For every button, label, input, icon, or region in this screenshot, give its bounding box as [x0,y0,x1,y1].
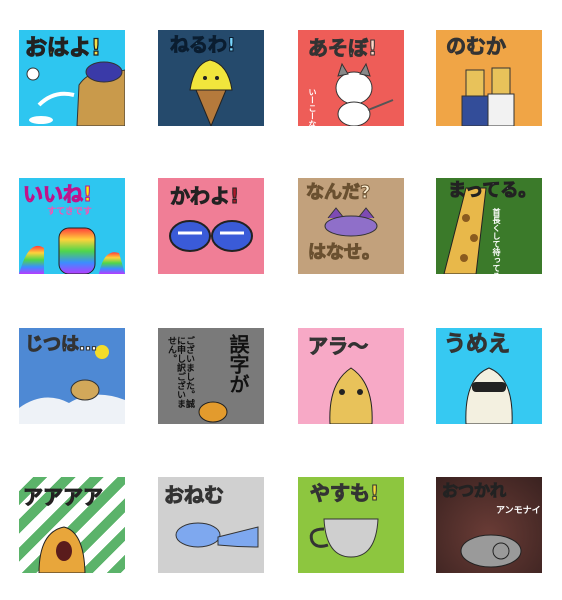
sticker-ara[interactable]: アラ〜 [298,328,404,424]
sticker-goji[interactable]: 誤字が ございました。誠に申し訳ございません。 [158,328,264,424]
sticker-caption: かわよ! [169,184,240,208]
sticker-caption-2: はなせ。 [308,242,381,263]
sticker-caption: おつかれ [441,481,507,500]
sticker-mattero[interactable]: まってる。 首長くして待ってるよ。 [436,178,542,274]
bowing-giraffe-illustration [198,401,228,423]
sticker-neruwa[interactable]: ねるわ! [158,30,264,126]
sticker-caption: おはよ! [24,36,102,61]
sticker-subtext: いーこーな [308,88,317,126]
sticker-caption: おねむ [164,483,225,507]
sticker-caption: いいね! [22,182,93,206]
sticker-asobo[interactable]: あそぼ! いーこーな [298,30,404,126]
sticker-caption: じつは… [25,334,98,355]
sticker-caption: のむか [446,34,507,58]
sticker-caption: あそぼ! [307,36,378,60]
sticker-subtext: アンモナイト [496,506,542,516]
sticker-ohayo[interactable]: おはよ! [19,30,125,126]
sticker-umee[interactable]: うめえ [436,328,542,424]
sticker-iine[interactable]: いいね! すてきです [19,178,125,274]
sticker-nanda[interactable]: なんだ? はなせ。 [298,178,404,274]
sticker-caption: ねるわ! [170,34,237,56]
sticker-caption: なんだ? [305,182,371,203]
sticker-caption: うめえ [443,332,511,357]
sticker-kawayo[interactable]: かわよ! [158,178,264,274]
sticker-jitsuha[interactable]: じつは… [19,328,125,424]
sticker-caption: アラ〜 [308,334,369,358]
sticker-aaaa[interactable]: アアアア [19,477,125,573]
sticker-oneu[interactable]: おねむ [158,477,264,573]
sticker-caption: まってる。 [447,180,537,201]
sticker-subtext: 首長くして待ってるよ。 [492,208,501,274]
sticker-caption: アアアア [23,485,104,509]
sticker-otsukare[interactable]: おつかれ アンモナイト [436,477,542,573]
sticker-caption: やすも! [309,481,380,505]
sticker-yasumo[interactable]: やすも! [298,477,404,573]
sticker-subtext: すてきです [47,207,92,217]
sticker-noseru[interactable]: のむか [436,30,542,126]
